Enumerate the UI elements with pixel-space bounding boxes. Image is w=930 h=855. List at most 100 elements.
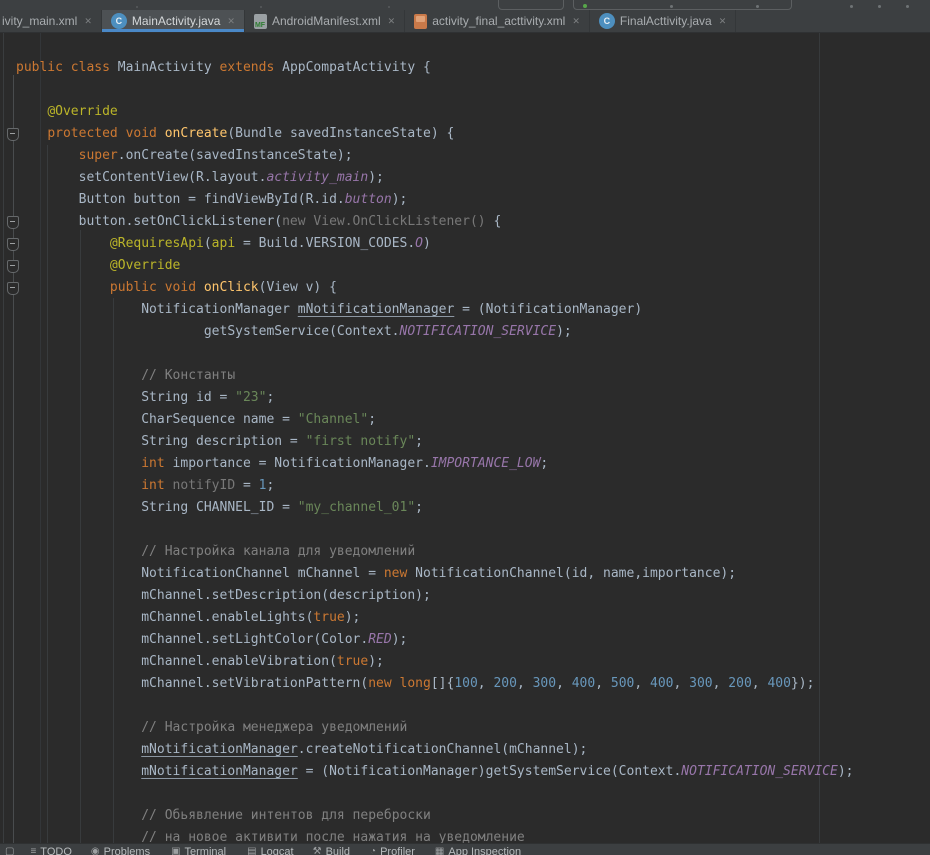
code-token: api	[212, 236, 243, 251]
tab-finalacttivity-java[interactable]: C FinalActtivity.java ✕	[590, 10, 736, 32]
code-token: );	[392, 192, 408, 207]
code-line: public class MainActivity extends AppCom…	[16, 57, 930, 79]
code-token: public class	[16, 60, 118, 75]
code-token: true	[313, 610, 344, 625]
toolbar-item-todo[interactable]: ≡ TODO	[30, 846, 71, 855]
manifest-file-icon: MF	[254, 14, 267, 29]
code-token: button	[345, 192, 392, 207]
logcat-icon: ▤	[247, 846, 256, 855]
code-token: IMPORTANCE_LOW	[431, 456, 541, 471]
code-token: RED	[368, 632, 391, 647]
code-token: @RequiresApi	[110, 236, 204, 251]
code-line: mChannel.setVibrationPattern(new long[]{…	[16, 673, 930, 695]
close-icon[interactable]: ✕	[572, 10, 580, 33]
toolbar-item-app-inspection[interactable]: ▦ App Inspection	[435, 846, 521, 855]
toolbar-dot	[260, 6, 262, 8]
code-token: mNotificationManager	[141, 742, 298, 757]
run-actions-button-group[interactable]	[573, 0, 792, 10]
tab-androidmanifest-xml[interactable]: MF AndroidManifest.xml ✕	[245, 10, 405, 32]
code-token: );	[368, 654, 384, 669]
code-token	[16, 808, 141, 823]
code-token: mChannel.setVibrationPattern(	[16, 676, 368, 691]
code-line: protected void onCreate(Bundle savedInst…	[16, 123, 930, 145]
code-token: mChannel.enableLights(	[16, 610, 313, 625]
code-token: NOTIFICATION_SERVICE	[400, 324, 557, 339]
close-icon[interactable]: ✕	[388, 10, 396, 33]
tab-mainactivity-java[interactable]: C MainActivity.java ✕	[102, 10, 245, 32]
code-token: 400	[767, 676, 790, 691]
code-token: "Channel"	[298, 412, 368, 427]
code-line: getSystemService(Context.NOTIFICATION_SE…	[16, 321, 930, 343]
close-icon[interactable]: ✕	[84, 10, 92, 33]
window-layout-icon[interactable]: ▢	[5, 846, 14, 855]
code-line: mNotificationManager.createNotificationC…	[16, 739, 930, 761]
code-token: ,	[517, 676, 533, 691]
toolbar-dot	[756, 5, 759, 8]
code-token: ;	[266, 478, 274, 493]
code-token: mNotificationManager	[141, 764, 298, 779]
code-token: "my_channel_01"	[298, 500, 415, 515]
code-line	[16, 343, 930, 365]
code-token: NOTIFICATION_SERVICE	[681, 764, 838, 779]
code-token: 500	[611, 676, 634, 691]
code-token: ,	[595, 676, 611, 691]
tool-window-bar: ▢ ≡ TODO ◉ Problems ▣ Terminal ▤ Logcat …	[0, 843, 930, 855]
code-line: NotificationChannel mChannel = new Notif…	[16, 563, 930, 585]
code-token	[16, 126, 47, 141]
tab-label: FinalActtivity.java	[620, 10, 712, 33]
code-line	[16, 783, 930, 805]
code-token: (	[204, 236, 212, 251]
code-token: CharSequence name =	[16, 412, 298, 427]
fold-collapse-icon[interactable]	[7, 260, 19, 273]
code-line: String id = "23";	[16, 387, 930, 409]
code-line: Button button = findViewById(R.id.button…	[16, 189, 930, 211]
toolbar-item-problems[interactable]: ◉ Problems	[91, 846, 150, 855]
toolbar-item-terminal[interactable]: ▣ Terminal	[171, 846, 226, 855]
code-token: ;	[540, 456, 548, 471]
code-token: setContentView(R.layout.	[16, 170, 266, 185]
code-token: button.setOnClickListener(	[16, 214, 282, 229]
code-token: O	[415, 236, 423, 251]
code-line: @Override	[16, 255, 930, 277]
fold-collapse-icon[interactable]	[7, 216, 19, 229]
code-token: });	[791, 676, 814, 691]
code-line: // на новое активити после нажатия на ув…	[16, 827, 930, 843]
code-token	[16, 368, 141, 383]
code-token: ,	[556, 676, 572, 691]
tab-activity-final-acttivity-xml[interactable]: activity_final_acttivity.xml ✕	[405, 10, 590, 32]
code-token: 200	[493, 676, 516, 691]
code-token: // Настройка менеджера уведомлений	[141, 720, 407, 735]
code-token: (Bundle savedInstanceState) {	[227, 126, 454, 141]
code-token: 300	[533, 676, 556, 691]
code-line: // Настройка канала для уведомлений	[16, 541, 930, 563]
code-line	[16, 79, 930, 101]
run-config-button-group[interactable]	[498, 0, 564, 10]
toolbar-dot	[670, 5, 673, 8]
tab-activity-main-xml[interactable]: ivity_main.xml ✕	[0, 10, 102, 32]
toolbar-item-profiler[interactable]: ◔ Profiler	[370, 846, 415, 855]
code-token: int	[141, 478, 164, 493]
code-token: // Обьявление интентов для переброски	[141, 808, 431, 823]
toolbar-dot	[136, 6, 138, 8]
fold-collapse-icon[interactable]	[7, 238, 19, 251]
fold-collapse-icon[interactable]	[7, 128, 19, 141]
code-token: );	[556, 324, 572, 339]
run-icon[interactable]	[583, 4, 587, 8]
code-token	[16, 148, 79, 163]
code-token: ;	[415, 434, 423, 449]
code-token: NotificationChannel mChannel =	[16, 566, 384, 581]
code-line: // Константы	[16, 365, 930, 387]
toolbar-dot	[878, 5, 881, 8]
toolbar-item-build[interactable]: ⚒ Build	[313, 846, 350, 855]
tab-label: ivity_main.xml	[2, 10, 77, 33]
fold-collapse-icon[interactable]	[7, 282, 19, 295]
code-line: int importance = NotificationManager.IMP…	[16, 453, 930, 475]
code-editor[interactable]: public class MainActivity extends AppCom…	[0, 33, 930, 843]
code-line: @RequiresApi(api = Build.VERSION_CODES.O…	[16, 233, 930, 255]
toolbar-item-logcat[interactable]: ▤ Logcat	[247, 846, 293, 855]
code-token: );	[345, 610, 361, 625]
close-icon[interactable]: ✕	[719, 10, 727, 33]
tab-label: AndroidManifest.xml	[272, 10, 381, 33]
code-token: mChannel.enableVibration(	[16, 654, 337, 669]
code-token: // на новое активити после нажатия на ув…	[141, 830, 525, 843]
